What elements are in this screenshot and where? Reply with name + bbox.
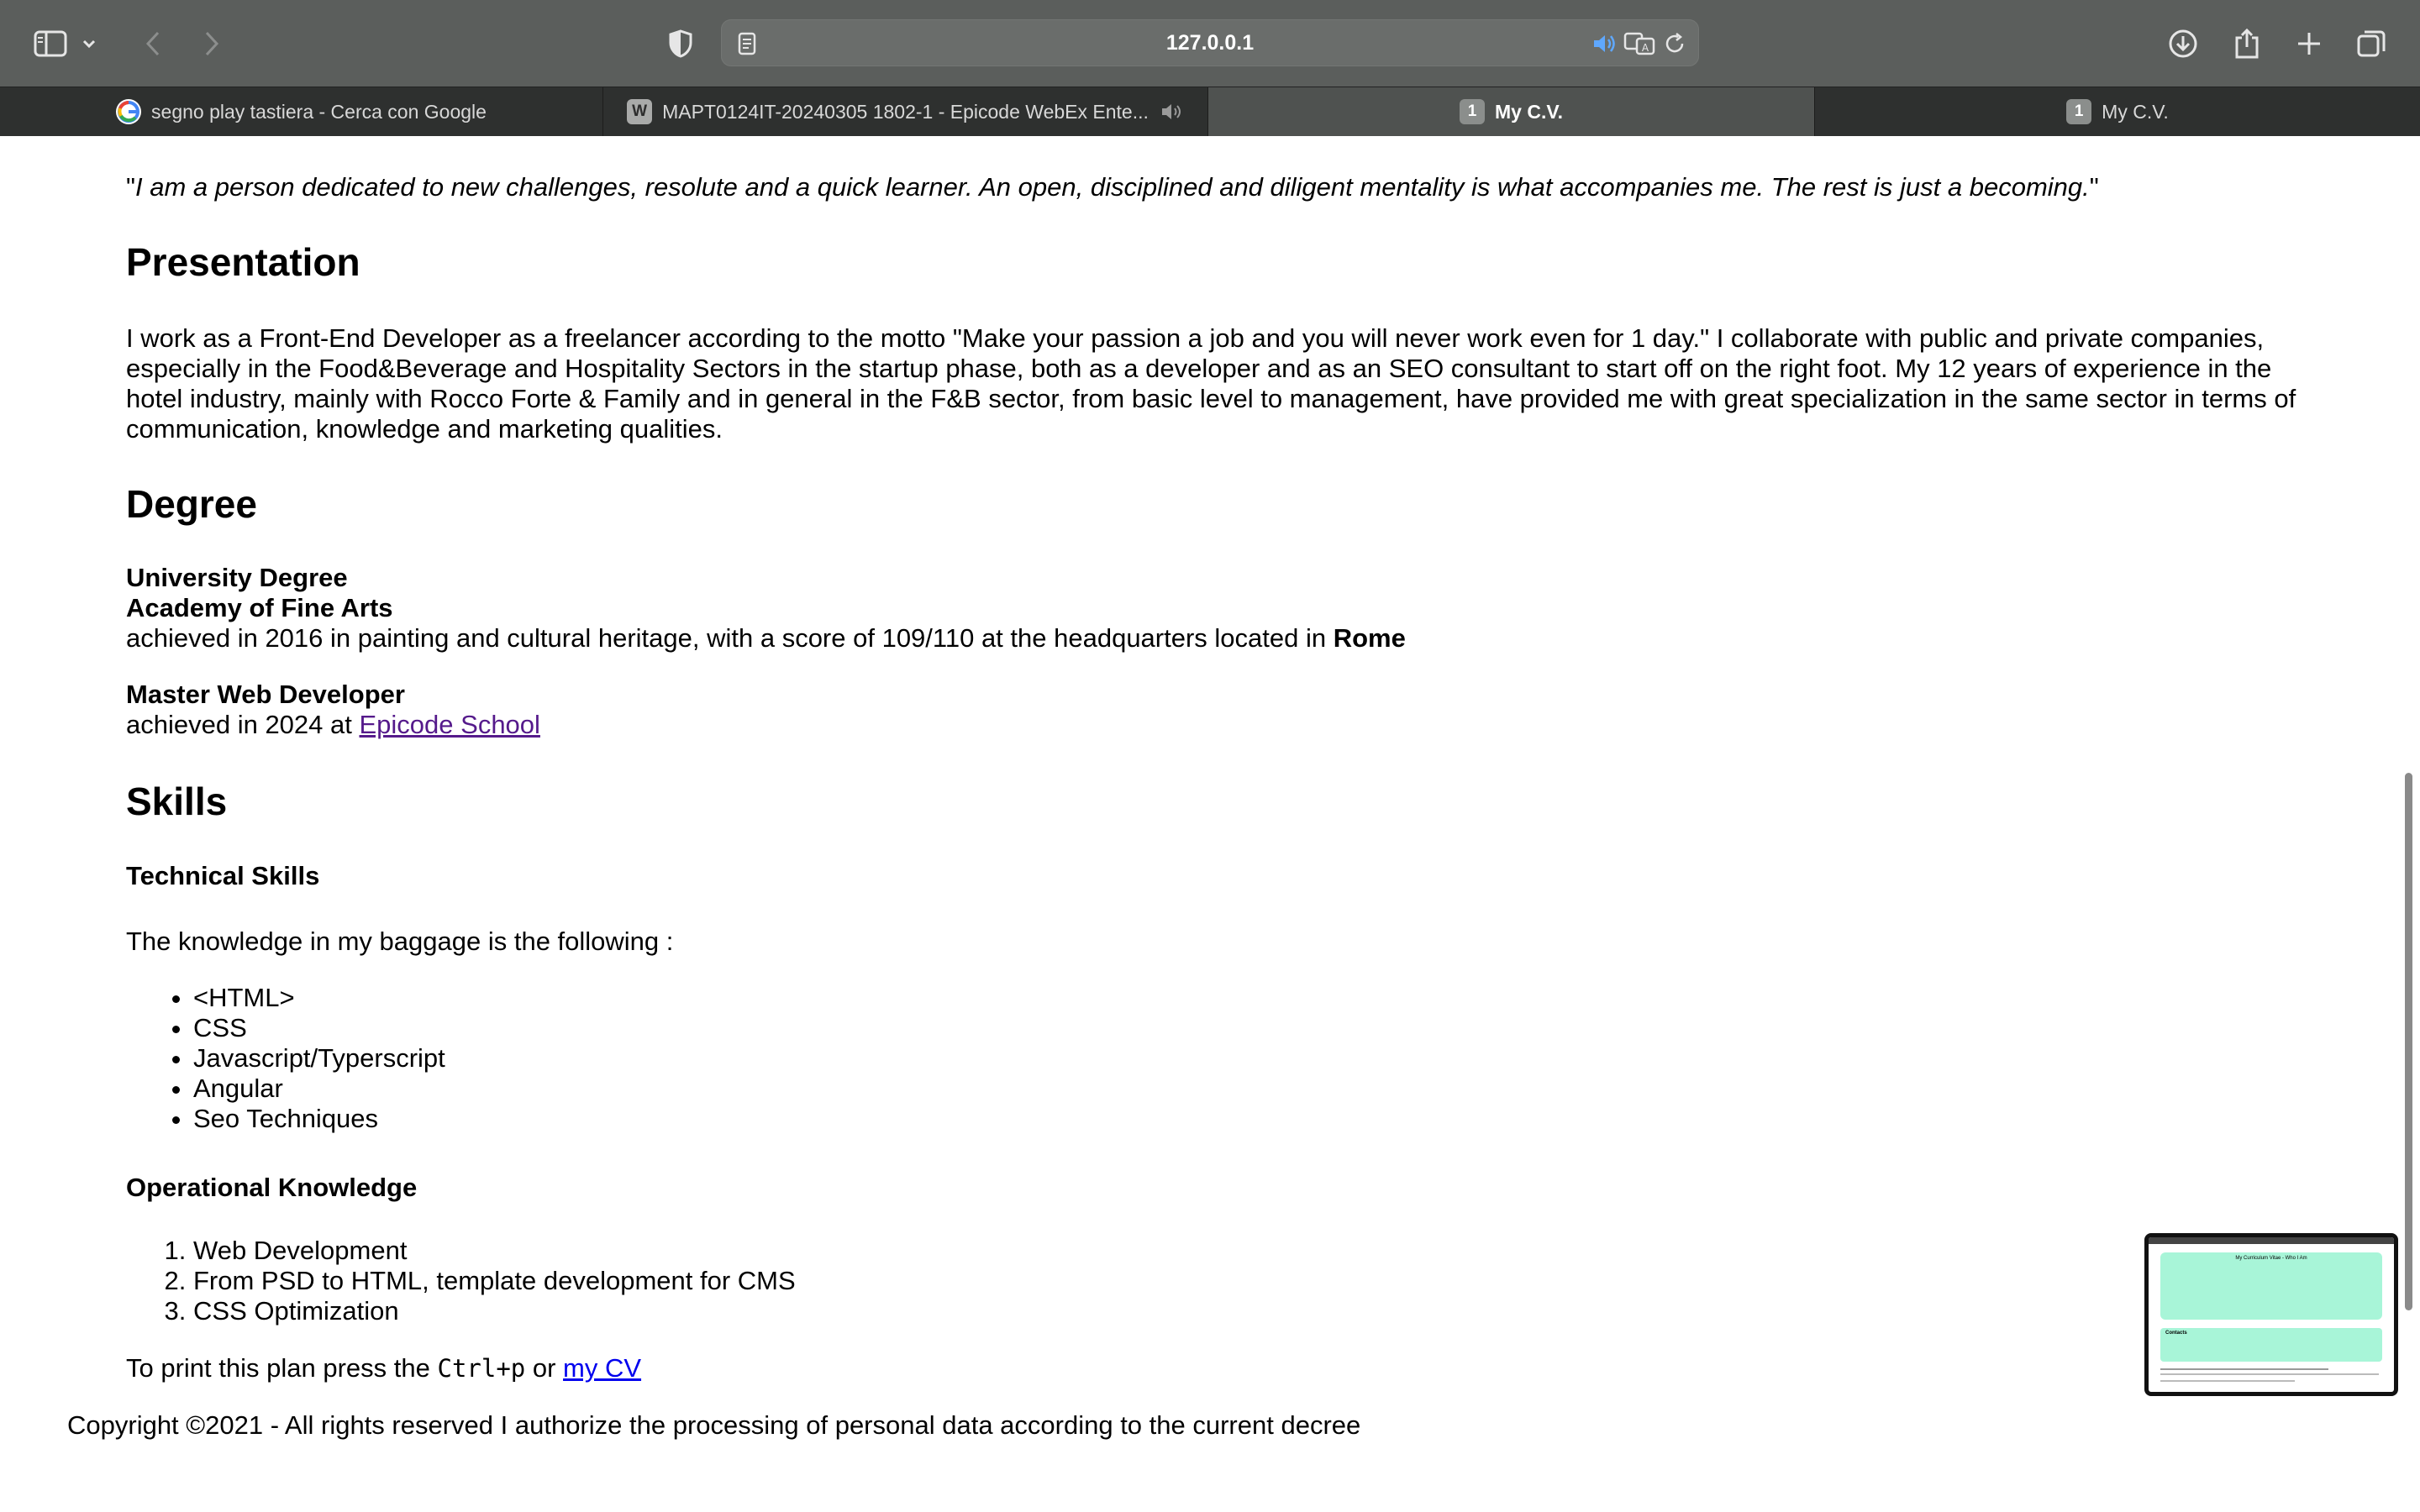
svg-text:A: A <box>1642 42 1649 54</box>
preview-text-line <box>2160 1380 2295 1382</box>
tab-webex[interactable]: W MAPT0124IT-20240305 1802-1 - Epicode W… <box>603 87 1208 136</box>
technical-intro: The knowledge in my baggage is the follo… <box>126 927 674 956</box>
preview-content: My Curriculum Vitae - Who I Am Contacts <box>2149 1237 2394 1392</box>
preview-text-line <box>2160 1368 2328 1370</box>
master-text: achieved in 2024 at <box>126 710 360 739</box>
academy-city: Rome <box>1333 623 1406 653</box>
reload-icon[interactable] <box>1660 29 1689 58</box>
technical-skills-list: <HTML> CSS Javascript/Typerscript Angula… <box>126 983 445 1134</box>
skills-heading: Skills <box>126 780 228 823</box>
downloads-icon[interactable] <box>2158 18 2208 69</box>
print-or: or <box>525 1353 564 1383</box>
operational-knowledge-list: Web Development From PSD to HTML, templa… <box>126 1236 796 1326</box>
list-item: Web Development <box>193 1236 796 1266</box>
master-description: achieved in 2024 at Epicode School <box>126 710 540 740</box>
academy-name: Academy of Fine Arts <box>126 593 393 622</box>
translate-icon[interactable]: A <box>1623 29 1657 58</box>
technical-skills-heading: Technical Skills <box>126 861 320 890</box>
academy-description: achieved in 2016 in painting and cultura… <box>126 623 1406 654</box>
w-favicon-icon: W <box>627 99 653 124</box>
list-item: Angular <box>193 1074 445 1104</box>
list-item: Javascript/Typerscript <box>193 1043 445 1074</box>
master-title: Master Web Developer <box>126 680 405 709</box>
browser-toolbar: 127.0.0.1 A <box>0 0 2420 87</box>
share-icon[interactable] <box>2222 18 2272 69</box>
forward-arrow-icon[interactable] <box>187 18 237 69</box>
list-item: Seo Techniques <box>193 1104 445 1134</box>
list-item: <HTML> <box>193 983 445 1013</box>
new-tab-plus-icon[interactable] <box>2284 18 2334 69</box>
address-bar[interactable]: 127.0.0.1 A <box>721 19 1699 66</box>
footer-copyright: Copyright ©2021 - All rights reserved I … <box>67 1410 1361 1440</box>
tab-google-search[interactable]: segno play tastiera - Cerca con Google <box>0 87 603 136</box>
list-item: CSS <box>193 1013 445 1043</box>
audio-playing-icon[interactable] <box>1590 29 1618 58</box>
speaker-icon[interactable] <box>1160 102 1184 121</box>
print-prefix: To print this plan press the <box>126 1353 438 1383</box>
print-shortcut: Ctrl+p <box>437 1354 526 1383</box>
url-text[interactable]: 127.0.0.1 <box>721 19 1699 66</box>
print-instructions: To print this plan press the Ctrl+p or m… <box>126 1353 641 1383</box>
preview-text-line <box>2160 1373 2379 1375</box>
preview-header-block: My Curriculum Vitae - Who I Am <box>2160 1252 2382 1320</box>
preview-title: My Curriculum Vitae - Who I Am <box>2235 1256 2307 1261</box>
university-degree-title: University Degree <box>126 563 348 592</box>
epicode-school-link[interactable]: Epicode School <box>360 710 540 739</box>
back-arrow-icon[interactable] <box>128 18 178 69</box>
tab-overview-icon[interactable] <box>2346 18 2396 69</box>
google-favicon-icon <box>116 99 142 124</box>
quote-text: I am a person dedicated to new challenge… <box>135 172 2090 202</box>
tab-my-cv-active[interactable]: 1 My C.V. <box>1208 87 1815 136</box>
scrollbar-thumb[interactable] <box>2405 773 2412 1310</box>
number-favicon-icon: 1 <box>2066 99 2092 124</box>
number-favicon-icon: 1 <box>1460 99 1486 124</box>
degree-heading: Degree <box>126 482 257 526</box>
list-item: CSS Optimization <box>193 1296 796 1326</box>
my-cv-link[interactable]: my CV <box>563 1353 641 1383</box>
sidebar-toggle-icon[interactable] <box>25 18 76 69</box>
privacy-shield-icon[interactable] <box>655 18 706 69</box>
quote-mark-open: " <box>126 172 136 202</box>
page-content: "I am a person dedicated to new challeng… <box>0 135 2420 1512</box>
preview-contacts-block: Contacts <box>2160 1328 2382 1362</box>
list-item: From PSD to HTML, template development f… <box>193 1266 796 1296</box>
tab-label: My C.V. <box>1495 100 1563 123</box>
tab-label: segno play tastiera - Cerca con Google <box>151 100 487 123</box>
academy-text: achieved in 2016 in painting and cultura… <box>126 623 1334 653</box>
page-thumbnail-preview[interactable]: My Curriculum Vitae - Who I Am Contacts <box>2144 1233 2398 1396</box>
preview-section-title: Contacts <box>2165 1331 2187 1336</box>
preview-toolbar <box>2149 1237 2394 1244</box>
tab-bar: segno play tastiera - Cerca con Google W… <box>0 87 2420 136</box>
tab-label: MAPT0124IT-20240305 1802-1 - Epicode Web… <box>662 100 1149 123</box>
personal-quote: "I am a person dedicated to new challeng… <box>126 172 2099 202</box>
chevron-down-icon[interactable] <box>72 18 106 69</box>
tab-my-cv[interactable]: 1 My C.V. <box>1815 87 2420 136</box>
quote-mark-close: " <box>2089 172 2099 202</box>
presentation-text: I work as a Front-End Developer as a fre… <box>126 323 2296 444</box>
tab-label: My C.V. <box>2102 100 2169 123</box>
operational-knowledge-heading: Operational Knowledge <box>126 1173 418 1202</box>
presentation-heading: Presentation <box>126 240 360 284</box>
